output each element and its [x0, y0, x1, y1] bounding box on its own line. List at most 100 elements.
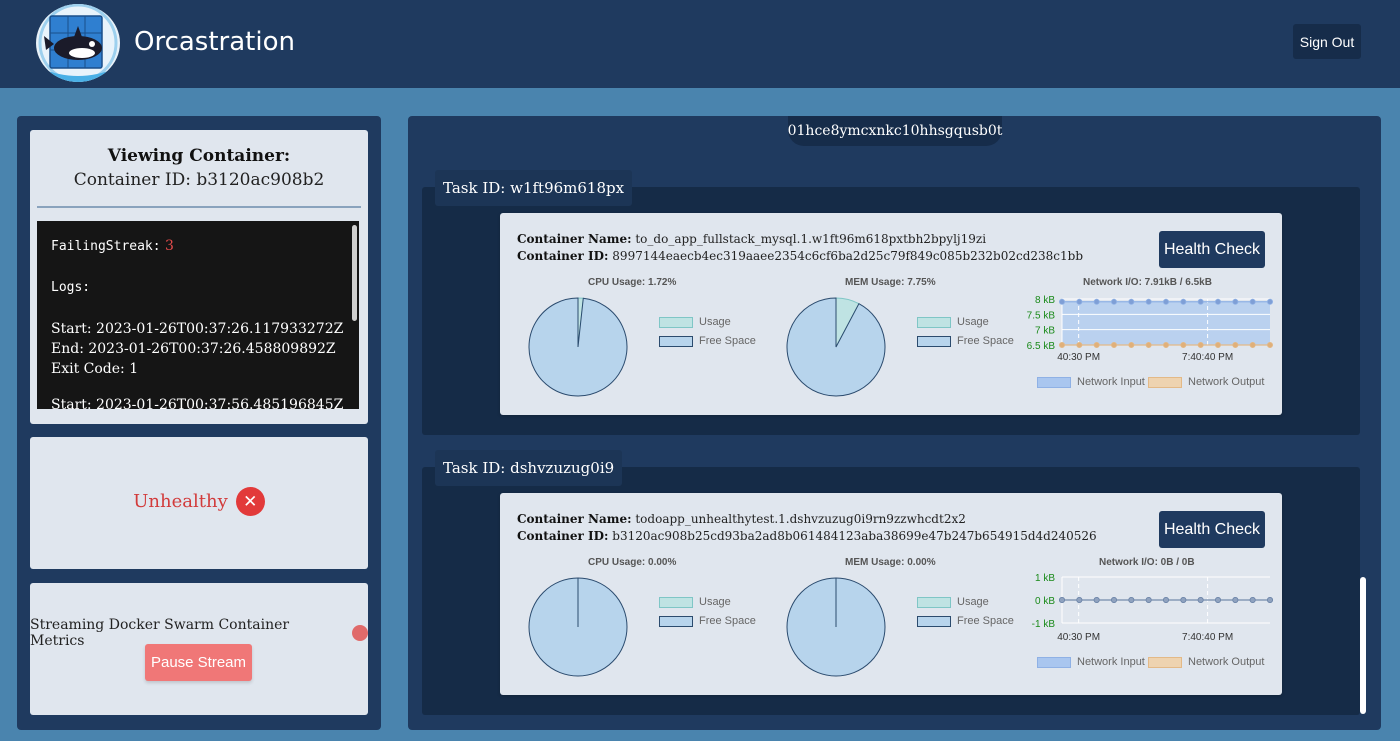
- data-point: [1093, 596, 1100, 603]
- legend-free: Free Space: [659, 335, 756, 347]
- orca-logo-icon: [36, 4, 120, 82]
- data-point: [1197, 596, 1204, 603]
- data-point: [1145, 596, 1152, 603]
- legend-usage-label: Usage: [957, 596, 989, 608]
- failing-streak-value: 3: [165, 238, 174, 254]
- pause-stream-button[interactable]: Pause Stream: [145, 644, 252, 681]
- container-name: todoapp_unhealthytest.1.dshvzuzug0i9rn9z…: [635, 512, 966, 526]
- right-panel-scrollbar[interactable]: [1360, 577, 1366, 714]
- data-point: [1145, 342, 1152, 349]
- network-output-swatch-icon: [1148, 376, 1182, 388]
- task-id-tab[interactable]: Task ID: dshvzuzug0i9: [435, 450, 623, 486]
- data-point: [1180, 342, 1187, 349]
- legend-usage-label: Usage: [699, 316, 731, 328]
- right-panel: 01hce8ymcxnkc10hhsgqusb0t Container Name…: [408, 116, 1381, 730]
- legend-free-label: Free Space: [699, 615, 756, 627]
- data-point: [1266, 596, 1273, 603]
- legend-usage-label: Usage: [957, 316, 989, 328]
- data-point: [1249, 342, 1256, 349]
- divider: [37, 206, 361, 208]
- pie-slice-free-space: [528, 297, 628, 397]
- network-input-swatch-icon: [1037, 376, 1071, 388]
- container-name-label: Container Name:: [517, 512, 632, 526]
- data-point: [1128, 298, 1135, 305]
- data-point: [1111, 342, 1118, 349]
- node-id-tab[interactable]: 01hce8ymcxnkc10hhsgqusb0t: [788, 116, 1002, 146]
- failing-streak-label: FailingStreak:: [51, 239, 161, 254]
- container-id: 8997144eaecb4ec319aaee2354c6cf6ba2d25c79…: [612, 249, 1084, 263]
- network-output-swatch-icon: [1148, 656, 1182, 668]
- data-point: [1214, 596, 1221, 603]
- legend-usage: Usage: [917, 596, 989, 608]
- x-tick-label: 7:40:40 PM: [1182, 352, 1233, 363]
- y-tick-label: 0 kB: [1035, 596, 1055, 607]
- data-point: [1249, 298, 1256, 305]
- logs-panel[interactable]: FailingStreak: 3 Logs: Start: 2023-01-26…: [37, 221, 359, 409]
- log-start: Start: 2023-01-26T00:37:26.117933272Z: [51, 321, 344, 337]
- data-point: [1197, 342, 1204, 349]
- log-end: End: 2023-01-26T00:37:26.458809892Z: [51, 341, 336, 357]
- container-id-label: Container ID:: [517, 249, 609, 263]
- legend-free: Free Space: [917, 335, 1014, 347]
- log-next-start: Start: 2023-01-26T00:37:56.485196845Z: [51, 397, 344, 409]
- data-point: [1266, 298, 1273, 305]
- data-point: [1059, 298, 1066, 305]
- data-point: [1180, 596, 1187, 603]
- network-chart-title: Network I/O: 0B / 0B: [1099, 557, 1195, 568]
- y-tick-label: -1 kB: [1032, 619, 1056, 630]
- container-name-label: Container Name:: [517, 232, 632, 246]
- data-point: [1162, 342, 1169, 349]
- task-block: Container Name: to_do_app_fullstack_mysq…: [422, 187, 1360, 435]
- logs-scrollbar[interactable]: [352, 225, 357, 321]
- usage-swatch-icon: [659, 596, 693, 608]
- app-header: Orcastration Sign Out: [0, 0, 1400, 88]
- health-status: Unhealthy ✕: [30, 487, 368, 516]
- health-check-button[interactable]: Health Check: [1159, 231, 1265, 268]
- task-id-tab[interactable]: Task ID: w1ft96m618px: [435, 170, 633, 206]
- container-id-line: Container ID: 8997144eaecb4ec319aaee2354…: [517, 249, 1083, 263]
- legend-free: Free Space: [917, 615, 1014, 627]
- data-point: [1197, 298, 1204, 305]
- free-swatch-icon: [917, 335, 951, 347]
- y-tick-label: 1 kB: [1035, 573, 1055, 584]
- legend-free: Free Space: [659, 615, 756, 627]
- y-tick-label: 6.5 kB: [1027, 341, 1056, 352]
- legend-free-label: Free Space: [957, 615, 1014, 627]
- legend-usage: Usage: [659, 316, 731, 328]
- data-point: [1232, 342, 1239, 349]
- container-id-label: Container ID:: [517, 529, 609, 543]
- left-panel: Viewing Container: Container ID: b3120ac…: [17, 116, 381, 730]
- viewing-title: Viewing Container:: [107, 146, 291, 166]
- data-point: [1111, 298, 1118, 305]
- task-block: Container Name: todoapp_unhealthytest.1.…: [422, 467, 1360, 715]
- app-title: Orcastration: [134, 27, 295, 57]
- logs-content: FailingStreak: 3 Logs: Start: 2023-01-26…: [51, 235, 343, 409]
- legend-network-output-label: Network Output: [1188, 376, 1265, 388]
- free-swatch-icon: [659, 615, 693, 627]
- sign-out-button[interactable]: Sign Out: [1293, 24, 1361, 59]
- free-swatch-icon: [917, 615, 951, 627]
- cpu-pie-chart: [528, 577, 628, 677]
- usage-swatch-icon: [659, 316, 693, 328]
- data-point: [1128, 342, 1135, 349]
- data-point: [1180, 298, 1187, 305]
- data-point: [1232, 298, 1239, 305]
- legend-usage: Usage: [917, 316, 989, 328]
- network-line-chart: 1 kB 0 kB -1 kB40:30 PM 7:40:40 PM: [1032, 573, 1273, 643]
- legend-usage-label: Usage: [699, 596, 731, 608]
- viewing-container-card: Viewing Container: Container ID: b3120ac…: [30, 130, 368, 424]
- data-point: [1076, 342, 1083, 349]
- health-check-button[interactable]: Health Check: [1159, 511, 1265, 548]
- data-point: [1232, 596, 1239, 603]
- x-tick-label: 7:40:40 PM: [1182, 632, 1233, 643]
- free-swatch-icon: [659, 335, 693, 347]
- legend-network-output: Network Output: [1148, 656, 1264, 668]
- mem-pie-chart: [786, 297, 886, 397]
- task-card: Container Name: todoapp_unhealthytest.1.…: [500, 493, 1282, 695]
- mem-chart-title: MEM Usage: 0.00%: [845, 557, 936, 568]
- legend-free-label: Free Space: [957, 335, 1014, 347]
- x-circle-icon: ✕: [235, 487, 265, 516]
- usage-swatch-icon: [917, 596, 951, 608]
- network-line-chart: 8 kB 7.5 kB 7 kB 6.5 kB40:30 PM 7:40:40 PM: [1027, 295, 1273, 363]
- pie-slice-free-space: [786, 297, 886, 397]
